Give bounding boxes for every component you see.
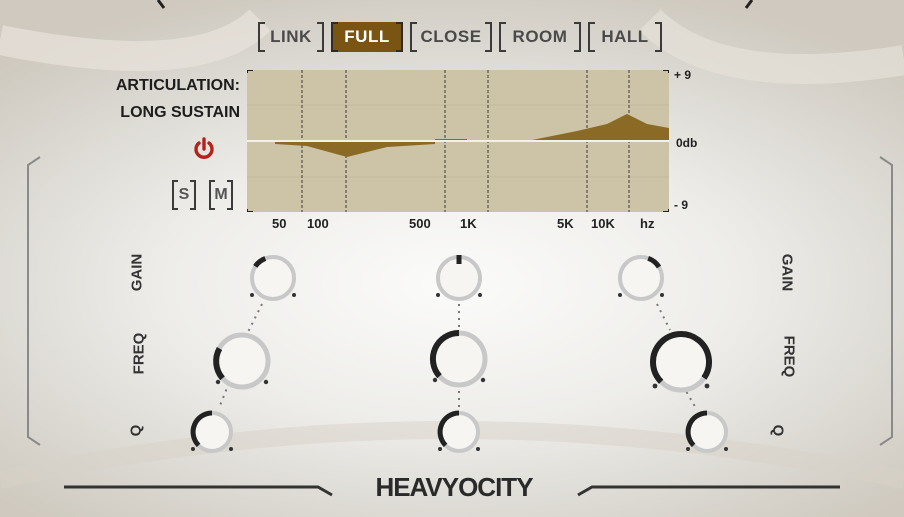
power-icon[interactable] bbox=[192, 137, 216, 161]
db-zero-label: 0db bbox=[676, 136, 698, 150]
tab-room[interactable]: ROOM bbox=[499, 22, 581, 52]
tab-hall[interactable]: HALL bbox=[588, 22, 662, 52]
freq-label-5k: 5K bbox=[557, 216, 574, 231]
band3-gain-knob[interactable] bbox=[613, 250, 669, 306]
tab-link[interactable]: LINK bbox=[258, 22, 324, 52]
band1-gain-knob[interactable] bbox=[245, 250, 301, 306]
q-row-label-right: Q bbox=[769, 424, 787, 437]
right-bracket bbox=[879, 156, 893, 446]
gain-row-label-left: GAIN bbox=[128, 253, 146, 292]
mic-position-tabs: LINK FULL CLOSE ROOM HALL bbox=[258, 22, 662, 52]
articulation-value: LONG SUSTAIN bbox=[120, 104, 240, 121]
freq-label-500: 500 bbox=[409, 216, 431, 231]
db-min-label: - 9 bbox=[674, 198, 689, 212]
band2-q-knob[interactable] bbox=[433, 406, 485, 458]
eq-curve-display[interactable] bbox=[247, 70, 669, 212]
mute-button[interactable]: M bbox=[209, 180, 233, 210]
freq-label-10k: 10K bbox=[591, 216, 615, 231]
left-bracket bbox=[27, 156, 41, 446]
solo-button[interactable]: S bbox=[172, 180, 196, 210]
db-max-label: + 9 bbox=[674, 68, 692, 82]
logo-text: HEAVYOCITY bbox=[375, 472, 533, 502]
freq-row-label-left: FREQ bbox=[130, 332, 148, 375]
band3-q-knob[interactable] bbox=[681, 406, 733, 458]
tab-close[interactable]: CLOSE bbox=[410, 22, 492, 52]
band3-freq-knob[interactable] bbox=[645, 326, 717, 398]
freq-label-1k: 1K bbox=[460, 216, 477, 231]
q-row-label-left: Q bbox=[127, 424, 145, 437]
band1-q-knob[interactable] bbox=[186, 406, 238, 458]
articulation-display: ARTICULATION: LONG SUSTAIN bbox=[90, 72, 240, 126]
band2-gain-knob[interactable] bbox=[431, 250, 487, 306]
heavyocity-logo: HEAVYOCITY bbox=[375, 472, 534, 502]
band1-freq-knob[interactable] bbox=[209, 328, 275, 394]
band2-freq-knob[interactable] bbox=[426, 326, 492, 392]
freq-label-50: 50 bbox=[272, 216, 287, 231]
freq-label-100: 100 bbox=[307, 216, 329, 231]
tab-full[interactable]: FULL bbox=[331, 22, 403, 52]
articulation-label: ARTICULATION: bbox=[115, 77, 240, 94]
gain-row-label-right: GAIN bbox=[778, 253, 796, 292]
freq-unit-label: hz bbox=[640, 216, 655, 231]
freq-row-label-right: FREQ bbox=[780, 335, 798, 378]
